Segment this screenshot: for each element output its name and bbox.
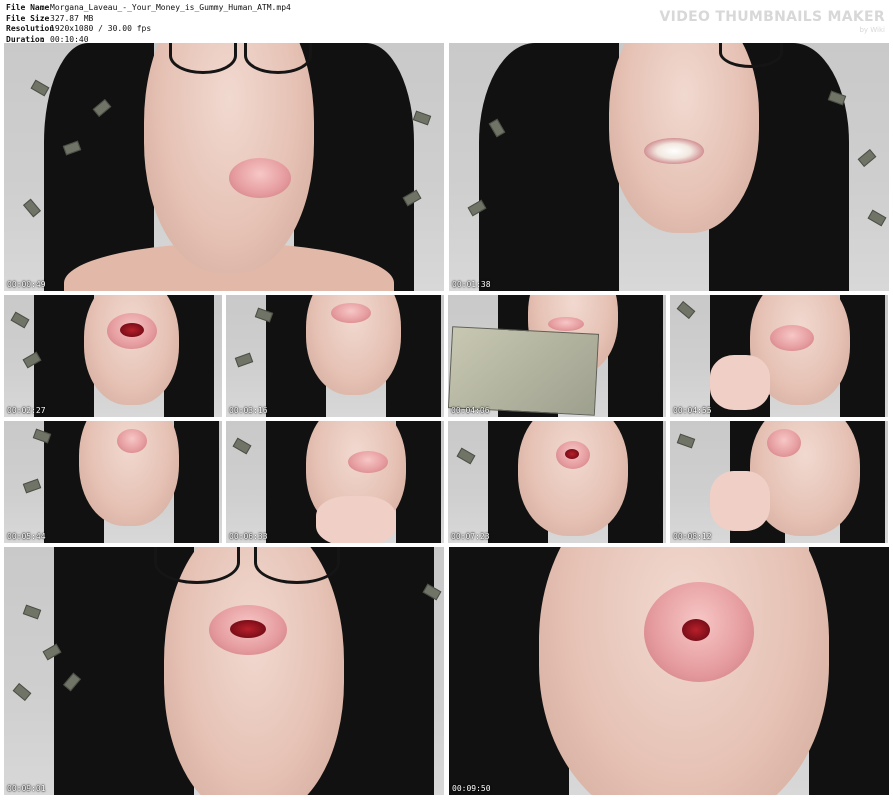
- thumbnail-9: 00:07:23: [448, 421, 666, 543]
- thumbnail-8: 00:06:33: [226, 421, 444, 543]
- thumbnail-4: 00:03:16: [226, 295, 444, 417]
- timestamp: 00:09:50: [452, 784, 491, 793]
- thumbnail-7: 00:05:44: [4, 421, 222, 543]
- resolution-label: Resolution: [6, 24, 55, 33]
- thumbnail-6: 00:04:55: [670, 295, 888, 417]
- thumbnail-10: 00:08:12: [670, 421, 888, 543]
- thumbnail-11: 00:09:01: [4, 547, 444, 795]
- watermark-title: VIDEO THUMBNAILS MAKER: [659, 9, 885, 25]
- timestamp: 00:04:06: [451, 406, 490, 415]
- thumbnail-3: 00:02:27: [4, 295, 222, 417]
- separator: :: [40, 3, 45, 12]
- timestamp: 00:03:16: [229, 406, 268, 415]
- file-info: File Name : Morgana_Laveau_-_Your_Money_…: [6, 3, 291, 45]
- watermark-byline: by Wiki: [859, 26, 885, 34]
- watermark: VIDEO THUMBNAILS MAKER by Wiki: [660, 9, 885, 34]
- file-size-value: 327.87 MB: [50, 13, 94, 23]
- thumbnail-1: 00:00:49: [4, 43, 444, 291]
- separator: :: [40, 13, 45, 23]
- timestamp: 00:00:49: [7, 280, 46, 289]
- file-name-row: File Name : Morgana_Laveau_-_Your_Money_…: [6, 3, 291, 14]
- timestamp: 00:05:44: [7, 532, 46, 541]
- timestamp: 00:02:27: [7, 406, 46, 415]
- timestamp: 00:01:38: [452, 280, 491, 289]
- timestamp: 00:04:55: [673, 406, 712, 415]
- file-size-row: File Size : 327.87 MB: [6, 14, 291, 25]
- file-name-label: File Name: [6, 3, 50, 12]
- thumbnail-5: 00:04:06: [448, 295, 666, 417]
- resolution-row: Resolution : 1920x1080 / 30.00 fps: [6, 24, 291, 35]
- separator: :: [40, 24, 45, 33]
- timestamp: 00:09:01: [7, 784, 46, 793]
- timestamp: 00:07:23: [451, 532, 490, 541]
- file-size-label: File Size: [6, 13, 50, 23]
- timestamp: 00:08:12: [673, 532, 712, 541]
- timestamp: 00:06:33: [229, 532, 268, 541]
- thumbnail-2: 00:01:38: [449, 43, 889, 291]
- thumbnail-12: 00:09:50: [449, 547, 889, 795]
- resolution-value: 1920x1080 / 30.00 fps: [50, 24, 152, 33]
- file-name-value: Morgana_Laveau_-_Your_Money_is_Gummy_Hum…: [50, 3, 291, 12]
